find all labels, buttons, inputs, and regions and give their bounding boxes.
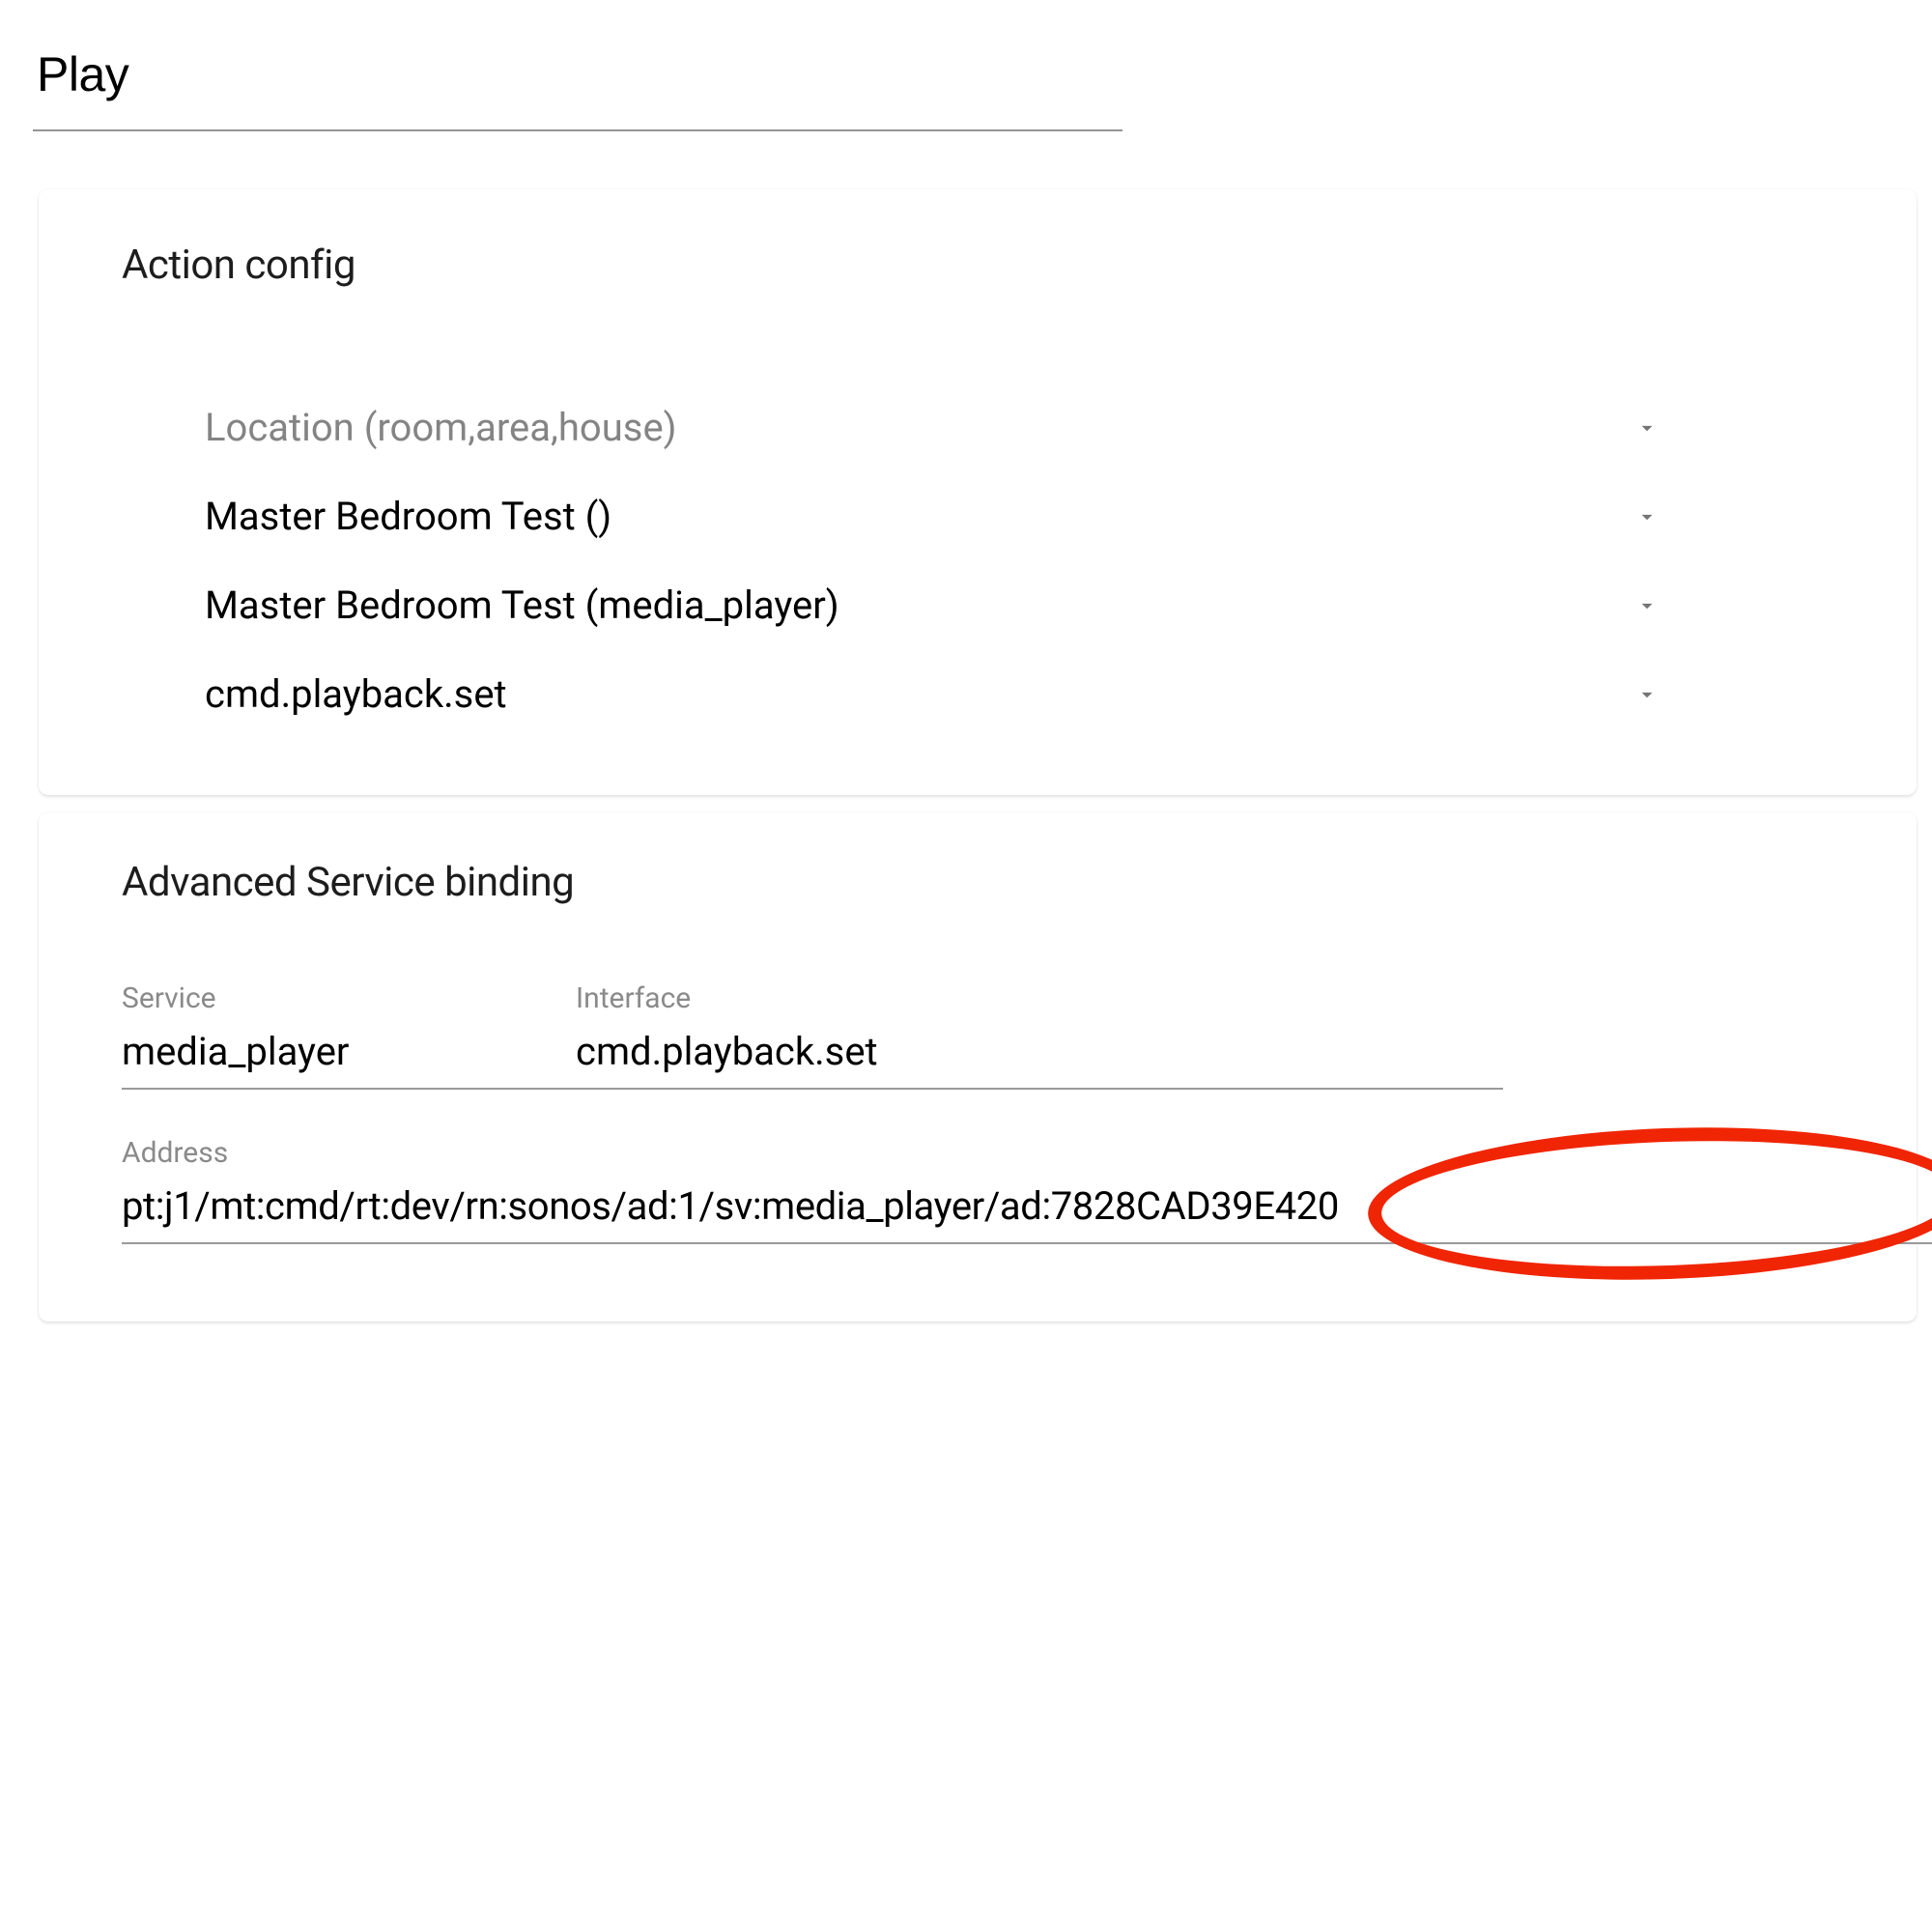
service-select[interactable]: Master Bedroom Test (media_player)	[205, 561, 1660, 650]
device-select-label: Master Bedroom Test ()	[205, 490, 611, 544]
address-label: Address	[122, 1136, 1932, 1170]
location-select-label: Location (room,area,house)	[205, 401, 677, 455]
device-select[interactable]: Master Bedroom Test ()	[205, 472, 1660, 561]
action-config-card: Action config Location (room,area,house)…	[39, 189, 1917, 795]
service-input[interactable]	[122, 1025, 576, 1090]
location-select[interactable]: Location (room,area,house)	[205, 384, 1660, 472]
interface-input[interactable]	[576, 1025, 1503, 1090]
service-interface-row: Service Interface	[122, 981, 1503, 1090]
advanced-binding-card: Advanced Service binding Service Interfa…	[39, 812, 1917, 1321]
chevron-down-icon	[1634, 490, 1660, 544]
chevron-down-icon	[1634, 401, 1660, 455]
chevron-down-icon	[1634, 668, 1660, 722]
advanced-binding-heading: Advanced Service binding	[122, 859, 1862, 906]
interface-label: Interface	[576, 981, 1503, 1015]
action-config-selects: Location (room,area,house) Master Bedroo…	[122, 384, 1862, 739]
address-field-group: Address	[122, 1136, 1932, 1244]
interface-field-group: Interface	[576, 981, 1503, 1090]
service-select-label: Master Bedroom Test (media_player)	[205, 579, 839, 633]
service-field-group: Service	[122, 981, 576, 1090]
title-field-container	[33, 25, 1122, 131]
command-select[interactable]: cmd.playback.set	[205, 650, 1660, 739]
service-label: Service	[122, 981, 576, 1015]
command-select-label: cmd.playback.set	[205, 668, 507, 722]
address-input[interactable]	[122, 1179, 1932, 1244]
chevron-down-icon	[1634, 579, 1660, 633]
title-input[interactable]	[33, 25, 1122, 131]
action-config-heading: Action config	[122, 242, 1862, 289]
